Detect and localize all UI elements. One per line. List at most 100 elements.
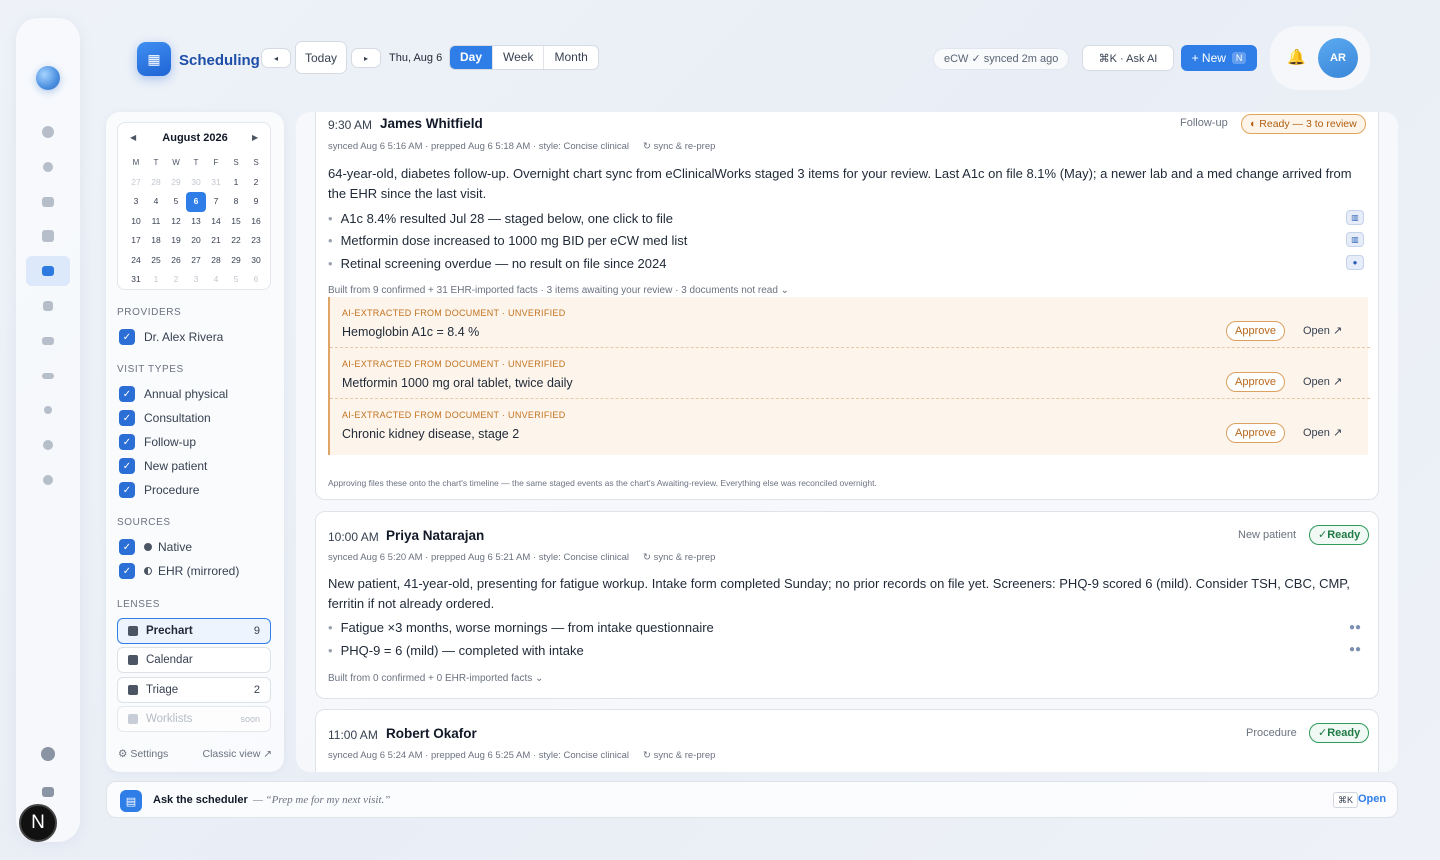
patient-source-icon[interactable]: ●●: [1346, 642, 1364, 657]
sync-reprep-link[interactable]: ↻ sync & re-prep: [643, 750, 715, 761]
bell-icon[interactable]: 🔔: [1287, 48, 1306, 66]
open-link[interactable]: Open ↗: [1303, 375, 1342, 388]
cal-day[interactable]: 31: [126, 270, 146, 290]
billing-icon[interactable]: [38, 331, 58, 351]
status-badge[interactable]: ◐ Ready — 3 to review: [1241, 114, 1366, 134]
cal-day[interactable]: 6: [186, 192, 206, 212]
sync-reprep-link[interactable]: ↻ sync & re-prep: [643, 141, 715, 152]
approve-button[interactable]: Approve: [1226, 423, 1285, 443]
prev-day-button[interactable]: ◂: [261, 48, 291, 68]
source-checkbox[interactable]: ✓ Native: [119, 539, 192, 555]
avatar[interactable]: AR: [1318, 38, 1358, 78]
inbox-icon[interactable]: [38, 226, 58, 246]
patient-name[interactable]: James Whitfield: [380, 116, 483, 131]
visit-type-checkbox[interactable]: ✓ Consultation: [119, 410, 211, 426]
cal-day[interactable]: 2: [246, 173, 266, 193]
cal-day[interactable]: 10: [126, 212, 146, 232]
cal-day[interactable]: 30: [246, 251, 266, 271]
profile-icon[interactable]: [38, 744, 58, 764]
appointment-card[interactable]: 9:30 AM James Whitfield Follow-up ◐ Read…: [315, 112, 1379, 500]
lens-triage[interactable]: Triage 2: [117, 677, 271, 703]
patient-source-icon[interactable]: ●●: [1346, 620, 1364, 635]
apps-icon[interactable]: [38, 296, 58, 316]
cal-day[interactable]: 19: [166, 231, 186, 251]
cal-day[interactable]: 9: [246, 192, 266, 212]
view-month-tab[interactable]: Month: [544, 46, 597, 69]
appointment-card[interactable]: 10:00 AM Priya Natarajan New patient ✓Re…: [315, 511, 1379, 699]
source-checkbox[interactable]: ✓ EHR (mirrored): [119, 563, 239, 579]
cal-day[interactable]: 21: [206, 231, 226, 251]
cal-day[interactable]: 28: [146, 173, 166, 193]
cal-day[interactable]: 1: [226, 173, 246, 193]
cal-day[interactable]: 2: [166, 270, 186, 290]
ask-ai-button[interactable]: ⌘K · Ask AI: [1082, 45, 1174, 71]
today-button[interactable]: Today: [295, 41, 347, 74]
classic-view-link[interactable]: Classic view ↗: [203, 748, 272, 760]
cal-day[interactable]: 11: [146, 212, 166, 232]
cal-day[interactable]: 4: [146, 192, 166, 212]
cal-day[interactable]: 5: [166, 192, 186, 212]
open-link[interactable]: Open ↗: [1303, 426, 1342, 439]
cal-day[interactable]: 3: [126, 192, 146, 212]
approve-button[interactable]: Approve: [1226, 372, 1285, 392]
built-from-toggle[interactable]: Built from 0 confirmed + 0 EHR-imported …: [328, 673, 543, 684]
patients-icon[interactable]: [38, 157, 58, 177]
filters-icon[interactable]: [38, 366, 58, 386]
status-badge[interactable]: ✓Ready: [1309, 723, 1370, 743]
ehr-source-icon[interactable]: ▥: [1346, 210, 1364, 225]
cal-day[interactable]: 27: [126, 173, 146, 193]
settings-link[interactable]: ⚙ Settings: [118, 748, 168, 760]
cal-day[interactable]: 3: [186, 270, 206, 290]
add-icon[interactable]: [38, 122, 58, 142]
cal-day[interactable]: 13: [186, 212, 206, 232]
cal-day[interactable]: 7: [206, 192, 226, 212]
cal-day[interactable]: 20: [186, 231, 206, 251]
cal-day[interactable]: 6: [246, 270, 266, 290]
patient-name[interactable]: Priya Natarajan: [386, 528, 484, 543]
open-link[interactable]: Open ↗: [1303, 324, 1342, 337]
cal-day[interactable]: 17: [126, 231, 146, 251]
chart-icon[interactable]: [38, 192, 58, 212]
cal-day[interactable]: 18: [146, 231, 166, 251]
sync-status[interactable]: eCW ✓ synced 2m ago: [933, 48, 1070, 70]
patient-name[interactable]: Robert Okafor: [386, 726, 477, 741]
share-icon[interactable]: [38, 400, 58, 420]
cal-day[interactable]: 22: [226, 231, 246, 251]
sync-reprep-link[interactable]: ↻ sync & re-prep: [643, 552, 715, 563]
approve-button[interactable]: Approve: [1226, 321, 1285, 341]
appointment-card[interactable]: 11:00 AM Robert Okafor Procedure ✓Ready …: [315, 709, 1379, 772]
ask-scheduler-bar[interactable]: ▤ Ask the scheduler — “Prep me for my ne…: [106, 781, 1398, 818]
cal-day[interactable]: 30: [186, 173, 206, 193]
ehr-source-icon[interactable]: ▥: [1346, 232, 1364, 247]
cal-day[interactable]: 16: [246, 212, 266, 232]
cal-day[interactable]: 12: [166, 212, 186, 232]
cal-day[interactable]: 25: [146, 251, 166, 271]
scheduling-icon[interactable]: [26, 256, 70, 286]
lens-prechart[interactable]: Prechart 9: [117, 618, 271, 644]
cal-day[interactable]: 5: [226, 270, 246, 290]
logout-icon[interactable]: [38, 782, 58, 802]
native-source-icon[interactable]: ●: [1346, 255, 1364, 270]
view-week-tab[interactable]: Week: [493, 46, 545, 69]
cal-day[interactable]: 4: [206, 270, 226, 290]
cal-day[interactable]: 28: [206, 251, 226, 271]
view-day-tab[interactable]: Day: [450, 46, 494, 69]
visit-type-checkbox[interactable]: ✓ Annual physical: [119, 386, 228, 402]
cal-day[interactable]: 1: [146, 270, 166, 290]
visit-type-checkbox[interactable]: ✓ Procedure: [119, 482, 199, 498]
ask-open-button[interactable]: Open: [1358, 793, 1386, 805]
cal-day[interactable]: 27: [186, 251, 206, 271]
cal-day[interactable]: 29: [166, 173, 186, 193]
cal-day[interactable]: 29: [226, 251, 246, 271]
cal-day[interactable]: 31: [206, 173, 226, 193]
settings-gear-icon[interactable]: [38, 470, 58, 490]
visit-type-checkbox[interactable]: ✓ New patient: [119, 458, 207, 474]
status-badge[interactable]: ✓Ready: [1309, 525, 1370, 545]
next-day-button[interactable]: ▸: [351, 48, 381, 68]
brand-orb-icon[interactable]: [36, 66, 60, 90]
cal-day[interactable]: 26: [166, 251, 186, 271]
new-button[interactable]: + New N: [1181, 45, 1257, 71]
cal-day[interactable]: 23: [246, 231, 266, 251]
cal-day[interactable]: 14: [206, 212, 226, 232]
cal-day[interactable]: 8: [226, 192, 246, 212]
